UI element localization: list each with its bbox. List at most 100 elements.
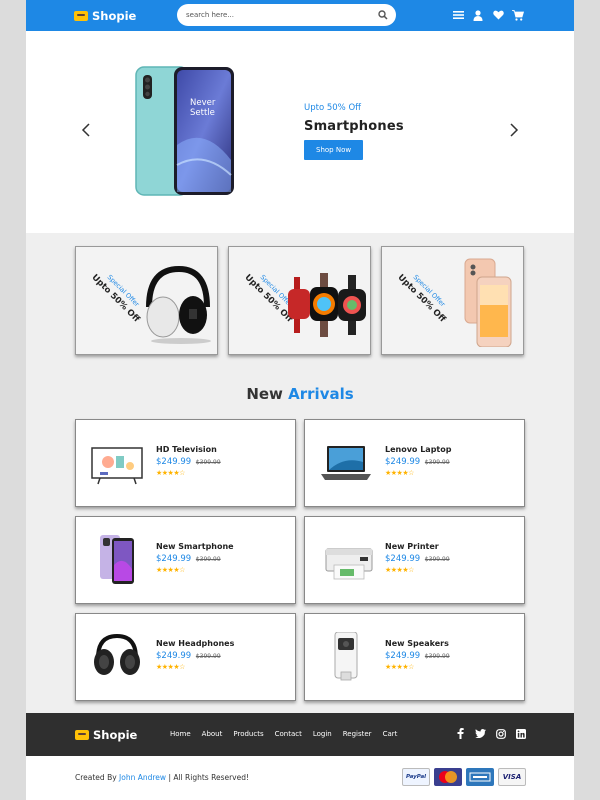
instagram-icon[interactable] (495, 728, 506, 739)
linkedin-icon[interactable] (515, 728, 526, 739)
product-card-hd-television[interactable]: HD Television $249.99 $399.99 ★★★★☆ (75, 419, 296, 507)
offer-card-headphones[interactable]: Special Offer Upto 50% Off (75, 246, 218, 355)
hero-text: Upto 50% Off Smartphones Shop Now (304, 103, 404, 160)
rating-stars: ★★★★☆ (385, 566, 414, 574)
header: Shopie (26, 0, 574, 31)
price-old: $399.99 (195, 653, 221, 660)
credit-prefix: Created By (75, 773, 117, 782)
smartwatches-image (288, 273, 366, 337)
rating-stars: ★★★★☆ (385, 469, 414, 477)
product-name: New Smartphone (156, 542, 234, 551)
printer-image (325, 548, 373, 580)
product-price: $249.99 $399.99 (385, 457, 451, 467)
price-current: $249.99 (156, 457, 192, 467)
paypal-icon: PayPal (402, 768, 430, 786)
footer-nav: Home About Products Contact Login Regist… (170, 730, 397, 738)
product-info: New Headphones $249.99 $399.99 ★★★★☆ (156, 639, 234, 671)
price-current: $249.99 (385, 457, 421, 467)
rating-stars: ★★★★☆ (156, 566, 185, 574)
price-old: $399.99 (195, 556, 221, 563)
iphone-image (464, 258, 512, 347)
product-name: HD Television (156, 445, 217, 454)
footer: Shopie Home About Products Contact Login… (26, 713, 574, 756)
price-current: $249.99 (385, 554, 421, 564)
facebook-icon[interactable] (455, 728, 466, 739)
price-current: $249.99 (156, 554, 192, 564)
smartphone-image (100, 535, 134, 584)
hero-title: Smartphones (304, 119, 404, 134)
new-arrivals-title-plain: New (246, 385, 283, 403)
price-old: $399.99 (424, 459, 450, 466)
price-current: $249.99 (385, 651, 421, 661)
new-arrivals-title-accent: Arrivals (288, 385, 354, 403)
footer-link-home[interactable]: Home (170, 730, 191, 738)
footer-brand-logo[interactable]: Shopie (75, 728, 137, 742)
mastercard-icon (434, 768, 462, 786)
hero-image-text-1: Never (190, 98, 216, 108)
product-name: New Speakers (385, 639, 449, 648)
payment-visa: VISA (502, 773, 522, 781)
payment-methods: PayPal VISA (402, 768, 526, 786)
search-input[interactable] (186, 11, 378, 19)
television-image (91, 447, 143, 485)
product-card-new-headphones[interactable]: New Headphones $249.99 $399.99 ★★★★☆ (75, 613, 296, 701)
laptop-image (321, 446, 371, 480)
cart-icon[interactable] (512, 9, 524, 21)
heart-icon[interactable] (492, 9, 504, 21)
menu-icon[interactable] (452, 9, 464, 21)
price-current: $249.99 (156, 651, 192, 661)
product-price: $249.99 $399.99 (156, 651, 234, 661)
product-info: Lenovo Laptop $249.99 $399.99 ★★★★☆ (385, 445, 451, 477)
offer-card-smartwatches[interactable]: Special Offer Upto 50% Off (228, 246, 371, 355)
headphones-image (94, 633, 140, 675)
product-card-new-printer[interactable]: New Printer $249.99 $399.99 ★★★★☆ (304, 516, 525, 604)
footer-brand-name: Shopie (93, 728, 138, 742)
product-info: New Printer $249.99 $399.99 ★★★★☆ (385, 542, 450, 574)
product-name: New Headphones (156, 639, 235, 648)
footer-link-contact[interactable]: Contact (275, 730, 302, 738)
product-price: $249.99 $399.99 (156, 457, 221, 467)
brand-name: Shopie (92, 8, 137, 23)
product-card-lenovo-laptop[interactable]: Lenovo Laptop $249.99 $399.99 ★★★★☆ (304, 419, 525, 507)
footer-link-register[interactable]: Register (343, 730, 372, 738)
product-price: $249.99 $399.99 (385, 554, 450, 564)
hero-offer: Upto 50% Off (304, 103, 361, 113)
price-old: $399.99 (195, 459, 221, 466)
social-links (455, 728, 526, 739)
offer-card-smartphone[interactable]: Special Offer Upto 50% Off (381, 246, 524, 355)
footer-link-cart[interactable]: Cart (383, 730, 398, 738)
shop-bag-icon (75, 730, 89, 740)
product-name: New Printer (385, 542, 439, 551)
footer-link-products[interactable]: Products (233, 730, 263, 738)
copyright-bar: Created By John Andrew | All Rights Rese… (26, 756, 574, 800)
credit-author-link[interactable]: John Andrew (119, 773, 166, 782)
product-price: $249.99 $399.99 (385, 651, 450, 661)
rating-stars: ★★★★☆ (385, 663, 414, 671)
footer-link-login[interactable]: Login (313, 730, 332, 738)
product-card-new-speakers[interactable]: New Speakers $249.99 $399.99 ★★★★☆ (304, 613, 525, 701)
visa-icon: VISA (498, 768, 526, 786)
product-card-new-smartphone[interactable]: New Smartphone $249.99 $399.99 ★★★★☆ (75, 516, 296, 604)
chevron-right-icon[interactable] (509, 123, 519, 137)
product-grid: HD Television $249.99 $399.99 ★★★★☆ Leno… (75, 419, 525, 701)
rating-stars: ★★★★☆ (156, 469, 185, 477)
rating-stars: ★★★★☆ (156, 663, 185, 671)
price-old: $399.99 (424, 653, 450, 660)
footer-link-about[interactable]: About (202, 730, 223, 738)
product-info: New Speakers $249.99 $399.99 ★★★★☆ (385, 639, 450, 671)
product-name: Lenovo Laptop (385, 445, 452, 454)
hero-banner: Never Settle Upto 50% Off Smartphones Sh… (26, 31, 574, 233)
user-icon[interactable] (472, 9, 484, 21)
search-bar (177, 4, 396, 26)
search-icon[interactable] (378, 10, 388, 20)
twitter-icon[interactable] (475, 728, 486, 739)
brand-logo[interactable]: Shopie (74, 9, 136, 23)
price-old: $399.99 (424, 556, 450, 563)
special-offers: Special Offer Upto 50% Off Special Offer… (75, 246, 524, 355)
hero-image-text-2: Settle (190, 108, 215, 118)
shop-now-button[interactable]: Shop Now (304, 140, 364, 160)
product-info: New Smartphone $249.99 $399.99 ★★★★☆ (156, 542, 234, 574)
credit-text: Created By John Andrew | All Rights Rese… (75, 773, 249, 782)
product-price: $249.99 $399.99 (156, 554, 234, 564)
chevron-left-icon[interactable] (81, 123, 91, 137)
